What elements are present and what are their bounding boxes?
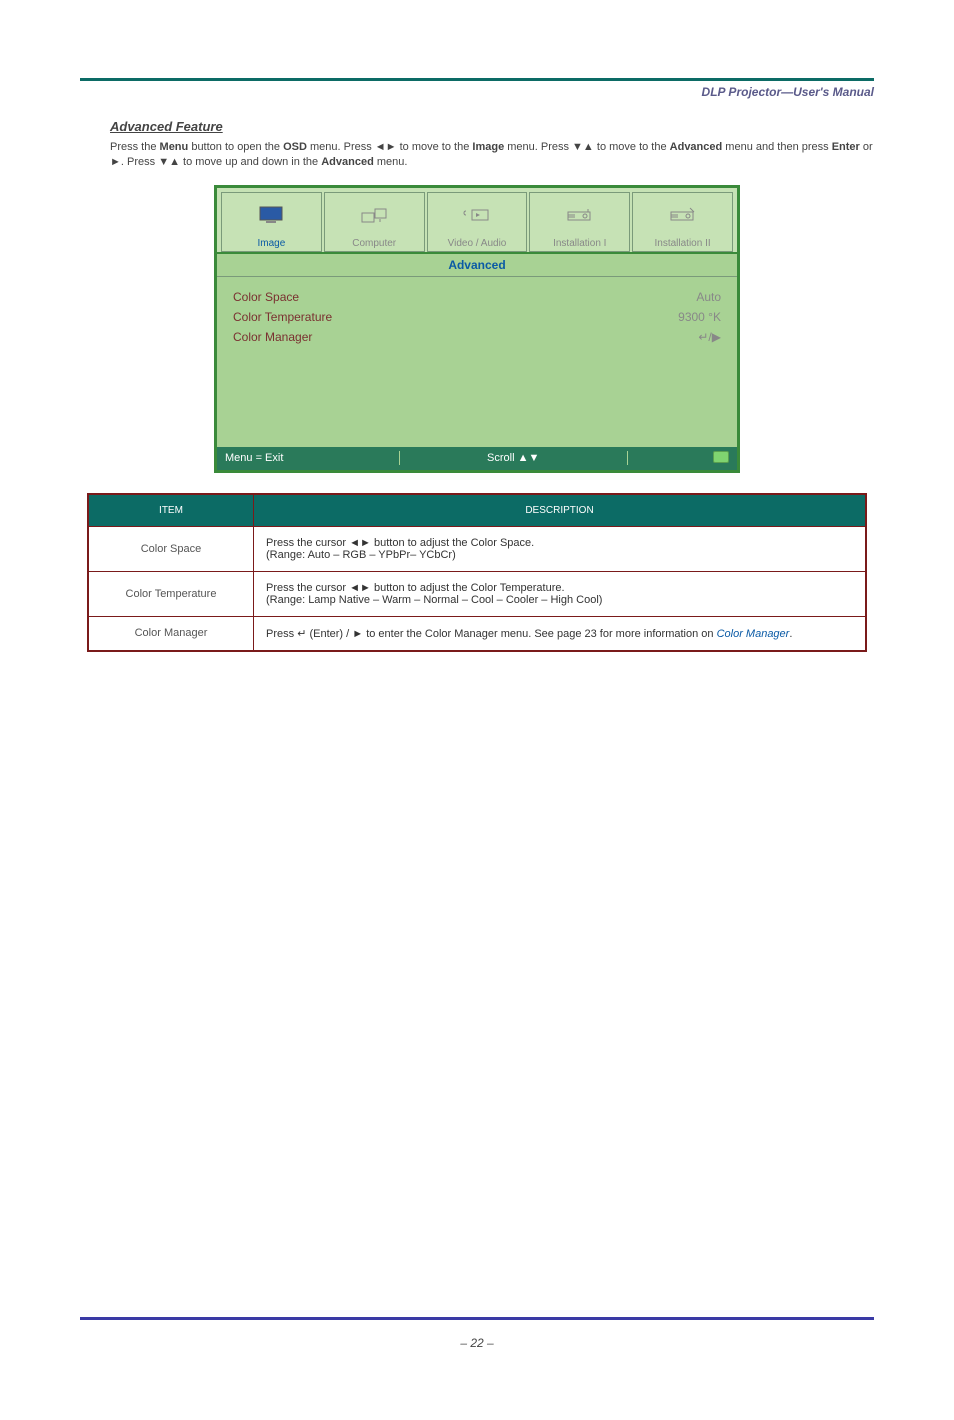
- osd-row-color-temperature[interactable]: Color Temperature 9300 °K: [233, 307, 721, 327]
- osd-submenu-title: Advanced: [217, 254, 737, 277]
- osd-row-value: Auto: [696, 290, 721, 304]
- osd-tab-computer[interactable]: Computer: [324, 192, 425, 252]
- osd-row-label: Color Manager: [233, 330, 312, 344]
- footer-rule: [80, 1317, 874, 1320]
- page-header-title: DLP Projector—User's Manual: [0, 85, 874, 99]
- section-heading: Advanced Feature: [110, 119, 954, 134]
- osd-tab-image[interactable]: Image: [221, 192, 322, 252]
- video-audio-icon: [428, 193, 527, 238]
- enter-arrow-icon: ↵/▶: [698, 330, 721, 344]
- osd-row-color-manager[interactable]: Color Manager ↵/▶: [233, 327, 721, 347]
- osd-tab-installation-1[interactable]: Installation I: [529, 192, 630, 252]
- section-instructions: Press the Menu button to open the OSD me…: [110, 140, 874, 171]
- table-item-cell: Color Temperature: [88, 571, 254, 616]
- projector-tool-icon: [633, 193, 732, 238]
- description-table: ITEM DESCRIPTION Color Space Press the c…: [87, 493, 867, 652]
- table-desc-cell: Press the cursor ◄► button to adjust the…: [254, 571, 867, 616]
- table-item-cell: Color Space: [88, 526, 254, 571]
- color-manager-link[interactable]: Color Manager: [717, 628, 790, 640]
- computer-icon: [325, 193, 424, 238]
- projector-icon: [530, 193, 629, 238]
- osd-tab-video-audio[interactable]: Video / Audio: [427, 192, 528, 252]
- table-item-cell: Color Manager: [88, 616, 254, 651]
- osd-row-color-space[interactable]: Color Space Auto: [233, 287, 721, 307]
- osd-screenshot: Image Computer Video / Audio Installatio…: [214, 185, 740, 473]
- lamp-indicator-icon: [713, 451, 729, 463]
- page-number: – 22 –: [0, 1336, 954, 1350]
- table-header-description: DESCRIPTION: [254, 494, 867, 527]
- osd-tab-bar: Image Computer Video / Audio Installatio…: [217, 188, 737, 254]
- osd-footer: Menu = Exit Scroll ▲▼: [217, 447, 737, 470]
- osd-row-value: 9300 °K: [678, 310, 721, 324]
- osd-row-label: Color Temperature: [233, 310, 332, 324]
- osd-body: Color Space Auto Color Temperature 9300 …: [217, 277, 737, 447]
- monitor-icon: [222, 193, 321, 238]
- osd-menu-exit-hint: Menu = Exit: [225, 452, 323, 464]
- osd-row-label: Color Space: [233, 290, 299, 304]
- table-desc-cell: Press the cursor ◄► button to adjust the…: [254, 526, 867, 571]
- table-header-item: ITEM: [88, 494, 254, 527]
- table-row: Color Space Press the cursor ◄► button t…: [88, 526, 866, 571]
- table-desc-cell: Press ↵ (Enter) / ► to enter the Color M…: [254, 616, 867, 651]
- osd-scroll-hint: Scroll ▲▼: [475, 452, 551, 464]
- table-row: Color Temperature Press the cursor ◄► bu…: [88, 571, 866, 616]
- osd-tab-installation-2[interactable]: Installation II: [632, 192, 733, 252]
- table-row: Color Manager Press ↵ (Enter) / ► to ent…: [88, 616, 866, 651]
